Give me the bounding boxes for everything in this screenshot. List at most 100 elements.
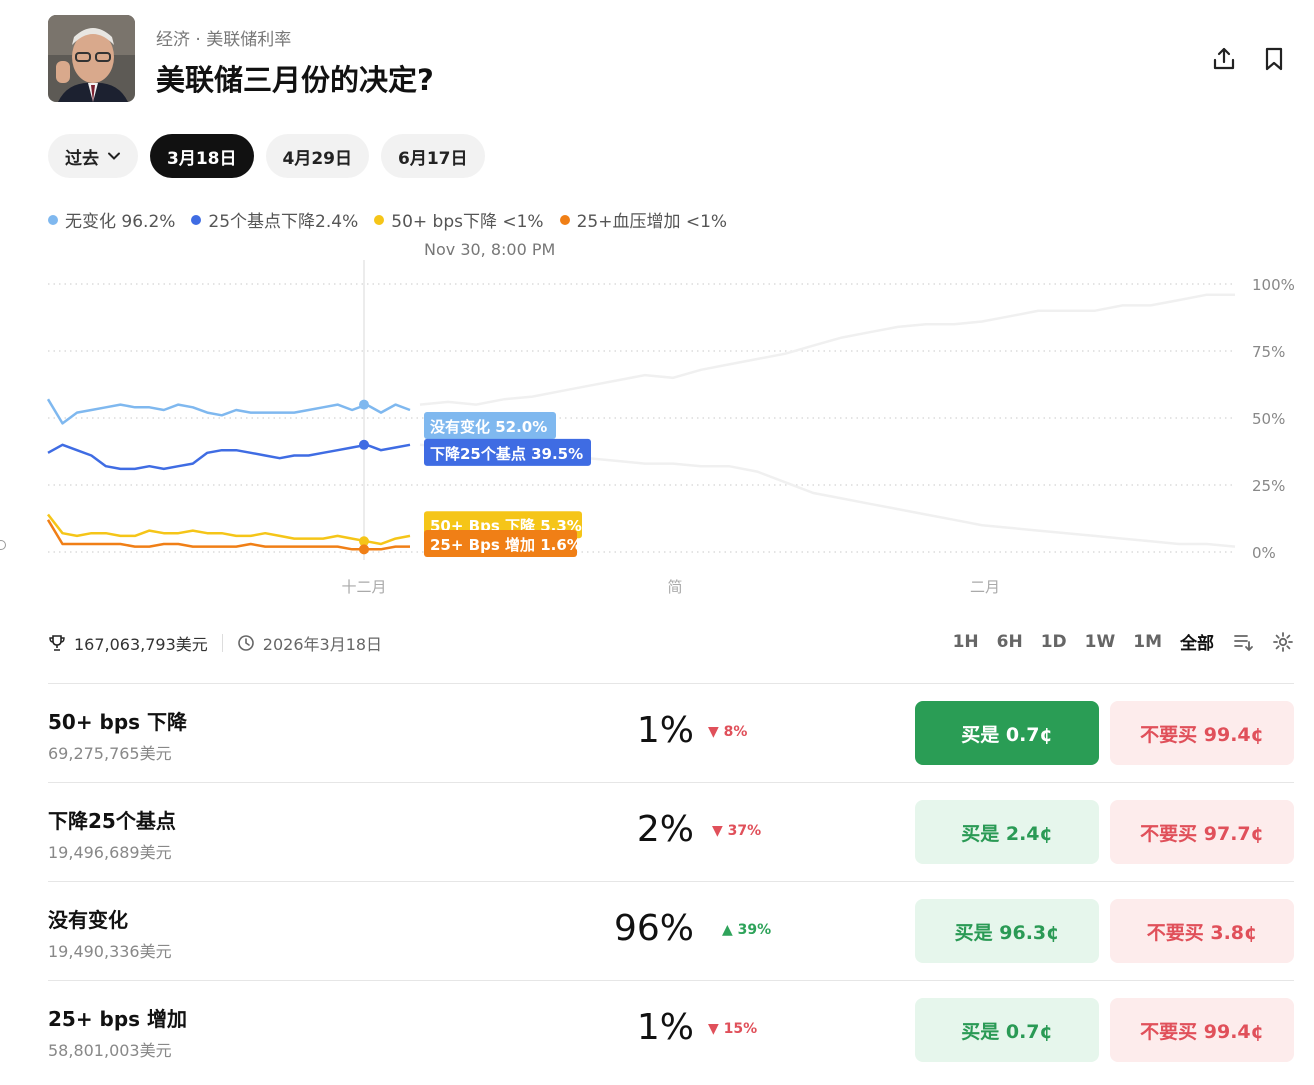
outcome-name: 没有变化 (48, 908, 128, 932)
hover-dot (359, 439, 369, 450)
clock-icon (237, 635, 254, 651)
buy-no-button[interactable]: 不要买 3.8¢ (1110, 899, 1294, 963)
change-value: 8% (723, 724, 748, 740)
buy-no-button[interactable]: 不要买 97.7¢ (1110, 800, 1294, 864)
outcome-name: 50+ bps 下降 (48, 710, 188, 734)
buy-yes-button[interactable]: 买是 0.7¢ (915, 998, 1099, 1062)
x-tick-label: 十二月 (341, 578, 386, 596)
range-all[interactable]: 全部 (1180, 629, 1214, 654)
series-line (46, 398, 411, 425)
outcome-probability: 96% (613, 908, 694, 949)
tab-mar-18[interactable]: 3月18日 (150, 134, 254, 178)
outcome-row[interactable]: 50+ bps 下降 69,275,765美元 1% ▼ 8% 买是 0.7¢ … (48, 683, 1294, 782)
down-arrow-icon: ▼ (708, 724, 719, 740)
legend-label: 50+ bps下降 <1% (391, 212, 544, 232)
series-tooltip-label: 没有变化 52.0% (430, 418, 547, 436)
y-tick-label: 100% (1252, 276, 1295, 294)
up-arrow-icon: ▲ (722, 922, 733, 938)
range-1w[interactable]: 1W (1085, 632, 1116, 652)
buy-yes-button[interactable]: 买是 2.4¢ (915, 800, 1099, 864)
settings-icon[interactable] (1272, 631, 1294, 653)
outcome-probability: 1% (636, 1007, 694, 1048)
total-volume: 167,063,793美元 (74, 635, 208, 654)
series-line (47, 443, 411, 471)
x-tick-label: 二月 (970, 578, 1000, 596)
y-tick-label: 0% (1252, 544, 1276, 562)
market-header: 经济 · 美联储利率 美联储三月份的决定? (48, 15, 1298, 105)
legend-label: 25+血压增加 <1% (576, 212, 728, 232)
end-date: 2026年3月18日 (262, 635, 383, 654)
x-tick-label: 简 (667, 578, 682, 596)
change-value: 15% (723, 1021, 758, 1037)
bookmark-icon[interactable] (1260, 45, 1288, 73)
hover-dot (359, 399, 369, 410)
tab-label: 过去 (65, 148, 99, 169)
buy-yes-button[interactable]: 买是 96.3¢ (915, 899, 1099, 963)
outcome-list: 50+ bps 下降 69,275,765美元 1% ▼ 8% 买是 0.7¢ … (48, 683, 1294, 1079)
breadcrumb[interactable]: 经济 · 美联储利率 (156, 25, 291, 50)
price-chart[interactable]: 100% 75% 50% 25% 0% 十二月 简 二月 没有变化 52.0% 下降25个基点 3… (0, 260, 1314, 605)
tab-label: 3月18日 (167, 148, 237, 169)
legend-label: 25个基点下降2.4% (208, 212, 359, 232)
change-value: 39% (737, 922, 772, 938)
outcome-change: ▼ 8% (708, 724, 747, 740)
outcome-probability: 1% (636, 710, 694, 751)
divider (221, 634, 223, 652)
outcome-name: 25+ bps 增加 (48, 1007, 188, 1031)
legend-item: 无变化 96.2% (48, 207, 175, 232)
buy-no-button[interactable]: 不要买 99.4¢ (1110, 998, 1294, 1062)
range-1m[interactable]: 1M (1133, 632, 1162, 652)
outcome-name: 下降25个基点 (48, 809, 176, 833)
outcome-volume: 58,801,003美元 (48, 1041, 172, 1060)
faded-line (419, 293, 1235, 406)
outcome-change: ▲ 39% (722, 922, 771, 938)
series-line (47, 513, 411, 546)
outcome-row[interactable]: 25+ bps 增加 58,801,003美元 1% ▼ 15% 买是 0.7¢… (48, 980, 1294, 1079)
time-range-selector: 1H 6H 1D 1W 1M 全部 (953, 629, 1294, 654)
outcome-volume: 19,490,336美元 (48, 942, 172, 961)
legend-item: 25个基点下降2.4% (191, 207, 358, 232)
chevron-down-icon (108, 152, 120, 160)
legend-label: 无变化 96.2% (65, 212, 176, 232)
tab-apr-29[interactable]: 4月29日 (265, 134, 369, 178)
down-arrow-icon: ▼ (708, 1021, 719, 1037)
range-1h[interactable]: 1H (953, 632, 979, 652)
legend-dot (374, 214, 385, 225)
hover-date: Nov 30, 8:00 PM (424, 240, 556, 259)
outcome-change: ▼ 37% (712, 823, 761, 839)
series-tooltip-label: 下降25个基点 39.5% (430, 445, 583, 463)
series-tooltip-label: 25+ Bps 增加 1.6% (430, 536, 582, 554)
sort-icon[interactable] (1232, 631, 1254, 653)
market-stats: 167,063,793美元 2026年3月18日 (48, 631, 382, 655)
date-tabs: 过去 3月18日 4月29日 6月17日 (48, 134, 485, 178)
outcome-row[interactable]: 没有变化 19,490,336美元 96% ▲ 39% 买是 96.3¢ 不要买… (48, 881, 1294, 980)
tab-jun-17[interactable]: 6月17日 (381, 134, 485, 178)
share-icon[interactable] (1210, 45, 1238, 73)
y-tick-label: 75% (1252, 343, 1285, 361)
chart-legend: 无变化 96.2% 25个基点下降2.4% 50+ bps下降 <1% 25+血… (48, 207, 727, 232)
outcome-change: ▼ 15% (708, 1021, 757, 1037)
hover-dot (359, 544, 369, 555)
legend-item: 25+血压增加 <1% (559, 207, 728, 232)
range-6h[interactable]: 6H (997, 632, 1023, 652)
trophy-icon (49, 635, 65, 651)
buy-yes-button[interactable]: 买是 0.7¢ (915, 701, 1099, 765)
range-1d[interactable]: 1D (1041, 632, 1067, 652)
legend-dot (191, 214, 202, 225)
legend-dot (48, 214, 58, 225)
legend-dot (559, 214, 570, 225)
page-title: 美联储三月份的决定? (156, 63, 434, 97)
change-value: 37% (727, 823, 762, 839)
outcome-row[interactable]: 下降25个基点 19,496,689美元 2% ▼ 37% 买是 2.4¢ 不要… (48, 782, 1294, 881)
tab-past[interactable]: 过去 (48, 134, 138, 178)
outcome-probability: 2% (636, 809, 694, 850)
outcome-volume: 19,496,689美元 (48, 843, 172, 862)
down-arrow-icon: ▼ (712, 823, 723, 839)
legend-item: 50+ bps下降 <1% (374, 207, 544, 232)
tab-label: 6月17日 (398, 148, 468, 169)
tab-label: 4月29日 (282, 148, 353, 169)
outcome-volume: 69,275,765美元 (48, 744, 172, 763)
y-tick-label: 50% (1252, 410, 1285, 428)
buy-no-button[interactable]: 不要买 99.4¢ (1110, 701, 1294, 765)
market-avatar (48, 15, 135, 102)
